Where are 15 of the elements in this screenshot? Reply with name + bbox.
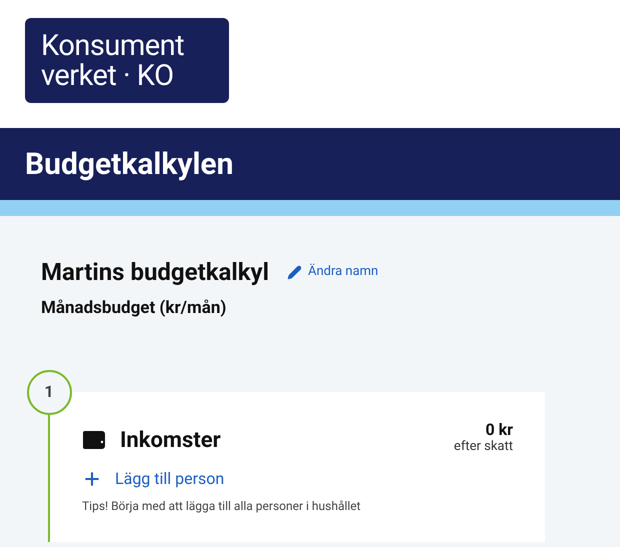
logo-line: Konsument <box>41 30 184 60</box>
wallet-icon <box>82 429 107 451</box>
pencil-icon <box>286 264 302 280</box>
rename-link[interactable]: Ändra namn <box>286 262 378 282</box>
logo[interactable]: Konsument verket · KO <box>25 18 229 103</box>
budget-subtitle: Månadsbudget (kr/mån) <box>41 297 226 320</box>
tip-text: Tips! Börja med att lägga till alla personer i hushållet <box>82 498 361 514</box>
step-number: 1 <box>26 370 72 414</box>
income-amount: 0 kr <box>485 420 513 440</box>
page-title: Budgetkalkylen <box>25 146 234 184</box>
amount-note: efter skatt <box>454 440 513 454</box>
budget-title: Martins budgetkalkyl <box>41 257 269 288</box>
logo-line: verket · KO <box>41 60 174 90</box>
section-title: Inkomster <box>120 426 221 454</box>
add-person-button[interactable]: Lägg till person <box>82 466 224 490</box>
